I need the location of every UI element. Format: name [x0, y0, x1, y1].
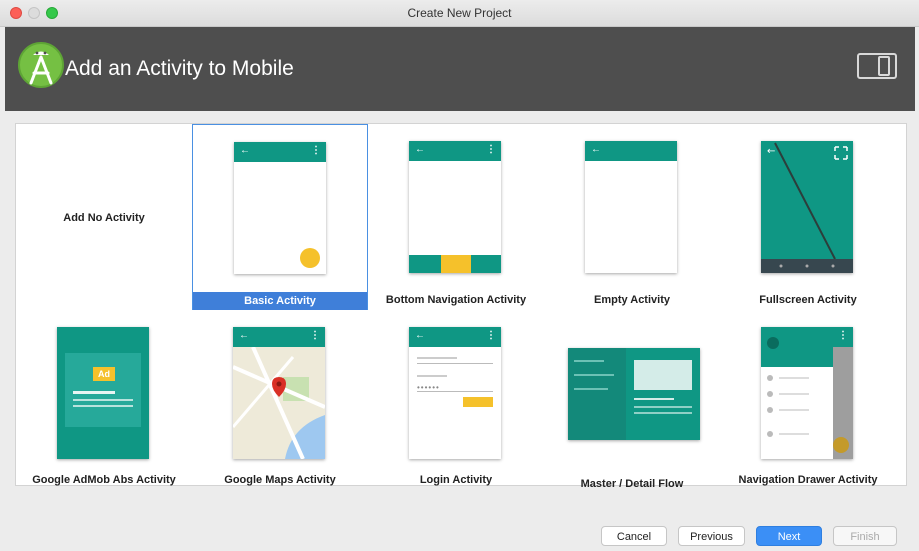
finish-button[interactable]: Finish	[833, 526, 897, 546]
next-button[interactable]: Next	[756, 526, 822, 546]
tile-google-maps-activity[interactable]: ← ⋮ Google Maps Activity	[192, 310, 368, 496]
window-titlebar: Create New Project	[0, 0, 919, 27]
previous-button[interactable]: Previous	[678, 526, 745, 546]
tile-label: Empty Activity	[593, 294, 670, 306]
fullscreen-preview: ←	[761, 141, 853, 273]
login-preview: ← ⋮ ••••••	[409, 327, 501, 459]
tile-label: Master / Detail Flow	[580, 478, 684, 490]
tile-label: Google Maps Activity	[224, 474, 336, 486]
tile-label: Google AdMob Abs Activity	[32, 474, 176, 486]
tile-basic-activity[interactable]: ← ⋮ Basic Activity	[192, 124, 368, 310]
master-detail-preview	[568, 348, 700, 440]
tile-label: Add No Activity	[63, 212, 145, 224]
tile-empty-activity[interactable]: ← Empty Activity	[544, 124, 720, 310]
svg-text:←: ←	[767, 146, 775, 157]
tile-login-activity[interactable]: ← ⋮ •••••• Login Activity	[368, 310, 544, 496]
tile-fullscreen-activity[interactable]: ← Fullscreen Activity	[720, 124, 896, 310]
android-studio-icon	[18, 42, 64, 88]
tile-navigation-drawer-activity[interactable]: ⋮ Navigation Drawer Activity	[720, 310, 896, 496]
tile-bottom-navigation-activity[interactable]: ← ⋮ Bottom Navigation Activity	[368, 124, 544, 310]
navigation-drawer-preview: ⋮	[761, 327, 853, 459]
tile-label: Basic Activity	[193, 292, 367, 310]
activity-gallery: Add No Activity ← ⋮ Basic Activity ← ⋮ Bot…	[15, 123, 907, 490]
admob-preview: Ad	[57, 327, 149, 459]
tile-label: Bottom Navigation Activity	[385, 294, 527, 306]
fab-icon	[300, 248, 320, 268]
basic-activity-preview: ← ⋮	[234, 142, 326, 274]
google-maps-preview: ← ⋮	[233, 327, 325, 459]
ad-badge: Ad	[93, 367, 115, 381]
page-title: Add an Activity to Mobile	[65, 57, 294, 80]
tile-label: Navigation Drawer Activity	[738, 474, 878, 486]
tile-label: Fullscreen Activity	[759, 294, 857, 306]
tile-label: Login Activity	[419, 474, 493, 486]
empty-activity-preview: ←	[585, 141, 677, 273]
cancel-button[interactable]: Cancel	[601, 526, 667, 546]
tablet-phone-icon	[857, 53, 897, 79]
window-title: Create New Project	[407, 6, 512, 20]
tile-master-detail-flow[interactable]: Master / Detail Flow	[544, 310, 720, 496]
tile-add-no-activity[interactable]: Add No Activity	[16, 124, 192, 310]
bottom-navigation-preview: ← ⋮	[409, 141, 501, 273]
tile-google-admob-activity[interactable]: Ad Google AdMob Abs Activity	[16, 310, 192, 496]
wizard-header: Add an Activity to Mobile	[5, 27, 915, 111]
